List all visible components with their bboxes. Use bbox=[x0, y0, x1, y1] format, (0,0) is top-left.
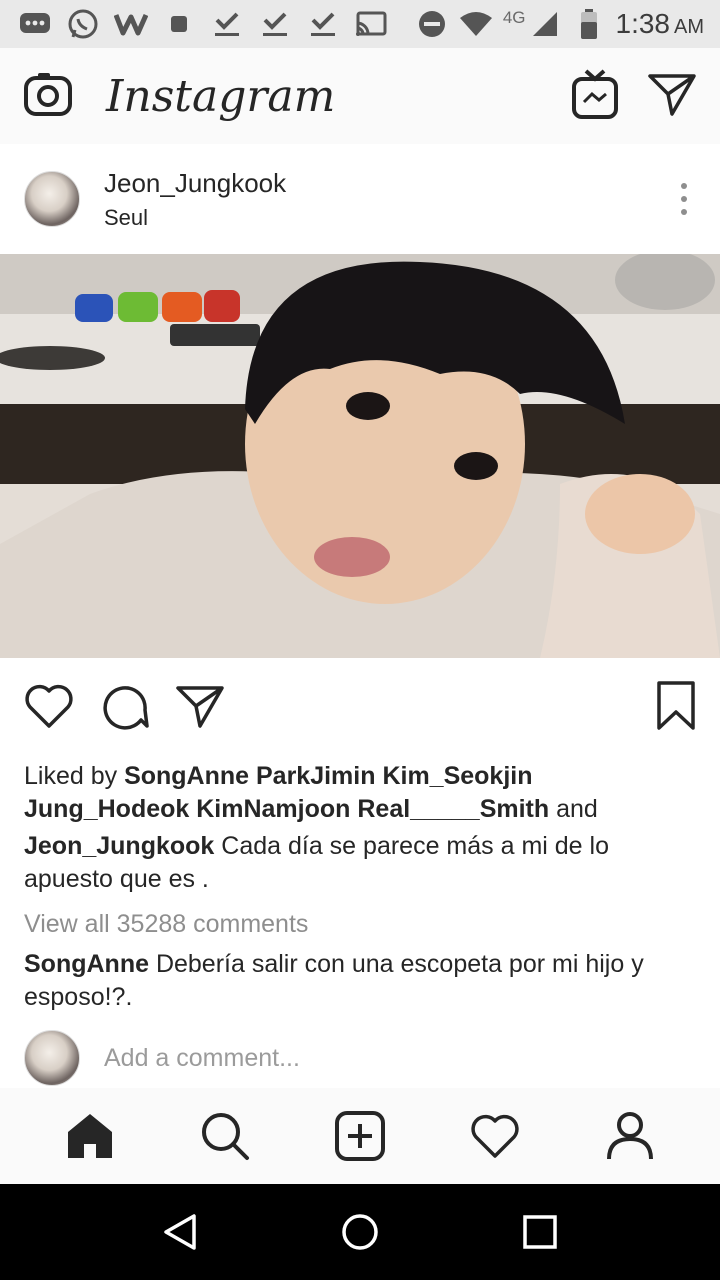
new-post-icon[interactable] bbox=[332, 1108, 388, 1164]
direct-icon[interactable] bbox=[648, 72, 696, 121]
profile-icon[interactable] bbox=[602, 1108, 658, 1164]
comment-username[interactable]: SongAnne bbox=[24, 950, 149, 978]
caption: Jeon_Jungkook Cada día se parece más a m… bbox=[24, 830, 704, 896]
check-icon bbox=[210, 7, 244, 41]
wifi-icon bbox=[459, 7, 493, 41]
system-nav-bar bbox=[0, 1184, 720, 1280]
more-options-icon[interactable] bbox=[672, 179, 696, 219]
recents-icon[interactable] bbox=[510, 1202, 570, 1262]
whatsapp-icon bbox=[66, 7, 100, 41]
post-photo[interactable] bbox=[0, 254, 720, 658]
network-type: 4G bbox=[502, 8, 526, 27]
search-icon[interactable] bbox=[197, 1108, 253, 1164]
comment-icon[interactable] bbox=[100, 682, 150, 735]
likes-line[interactable]: Liked by SongAnne ParkJimin Kim_Seokjin … bbox=[24, 760, 704, 826]
comment: SongAnne Debería salir con una escopeta … bbox=[24, 948, 704, 1014]
instagram-logo: Instagram bbox=[106, 70, 336, 122]
square-icon bbox=[162, 7, 196, 41]
camera-icon[interactable] bbox=[24, 72, 72, 121]
signal-icon bbox=[528, 7, 562, 41]
clock: 1:38 AM bbox=[615, 8, 705, 39]
app-header: Instagram bbox=[0, 48, 720, 144]
add-comment-input[interactable]: Add a comment... bbox=[104, 1044, 300, 1073]
messages-icon bbox=[18, 7, 52, 41]
status-bar: 4G 1:38 AM bbox=[0, 0, 720, 48]
activity-icon[interactable] bbox=[467, 1108, 523, 1164]
do-not-disturb-icon bbox=[415, 7, 449, 41]
cast-icon bbox=[354, 7, 388, 41]
post-actions bbox=[0, 658, 720, 758]
post-header: Jeon_Jungkook Seul bbox=[0, 144, 720, 254]
avatar bbox=[24, 1030, 80, 1086]
check-icon bbox=[258, 7, 292, 41]
home-circle-icon[interactable] bbox=[330, 1202, 390, 1262]
bookmark-icon[interactable] bbox=[656, 680, 696, 735]
check-icon bbox=[306, 7, 340, 41]
battery-icon bbox=[572, 7, 606, 41]
back-icon[interactable] bbox=[150, 1202, 210, 1262]
view-all-comments-link[interactable]: View all 35288 comments bbox=[24, 908, 704, 941]
home-icon[interactable] bbox=[62, 1108, 118, 1164]
bottom-nav bbox=[0, 1088, 720, 1184]
w-app-icon bbox=[114, 7, 148, 41]
like-icon[interactable] bbox=[24, 683, 74, 734]
share-icon[interactable] bbox=[176, 684, 224, 733]
caption-username[interactable]: Jeon_Jungkook bbox=[24, 832, 214, 860]
post-location[interactable]: Seul bbox=[104, 205, 286, 231]
add-comment-row: Add a comment... bbox=[24, 1030, 704, 1086]
igtv-icon[interactable] bbox=[572, 69, 618, 124]
avatar[interactable] bbox=[24, 171, 80, 227]
post-username[interactable]: Jeon_Jungkook bbox=[104, 168, 286, 199]
